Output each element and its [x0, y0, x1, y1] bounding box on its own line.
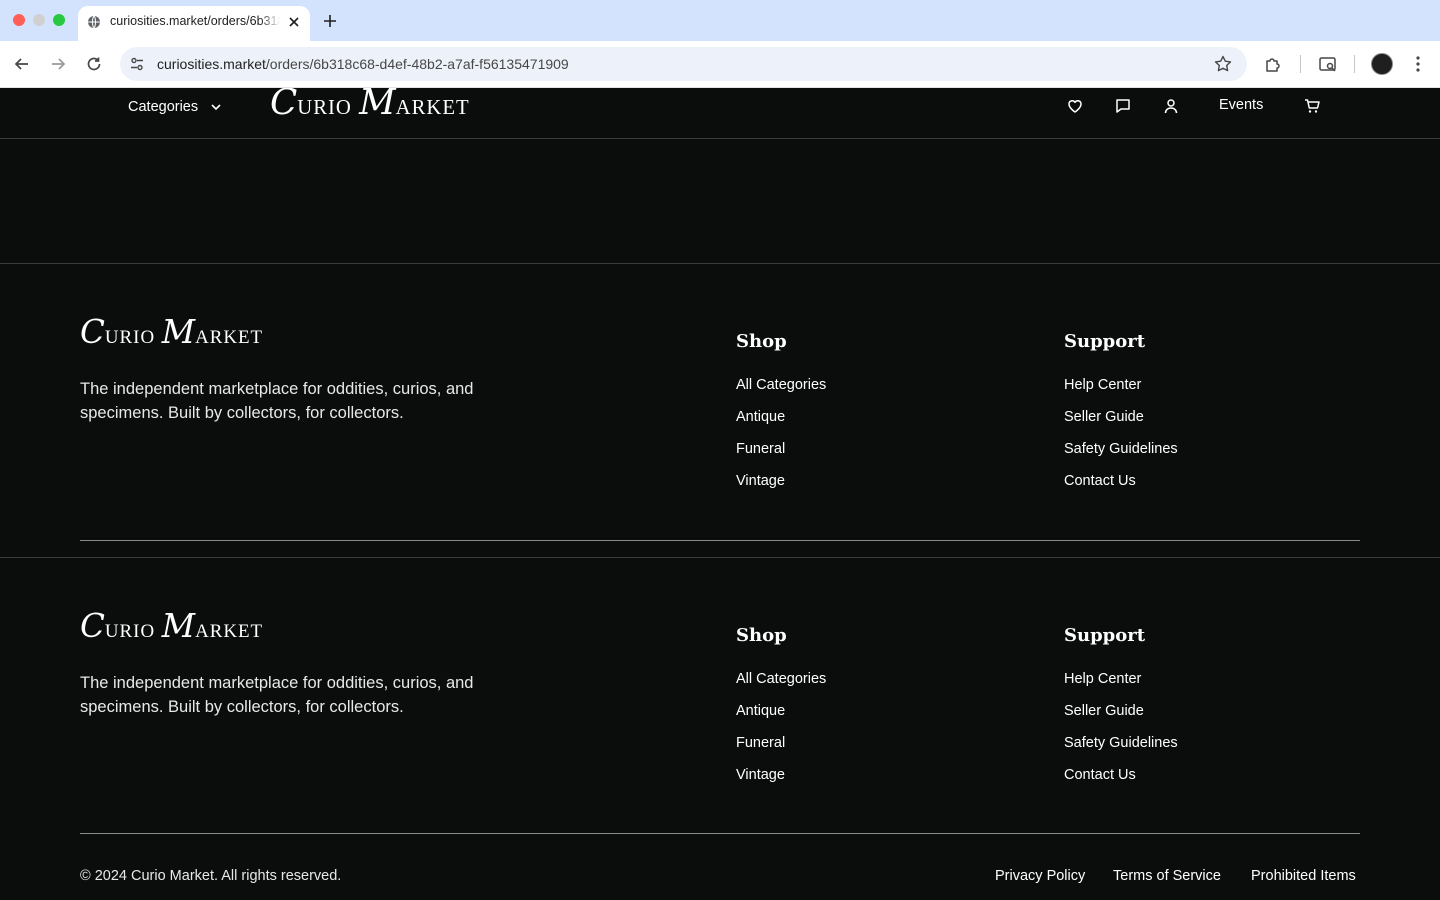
categories-dropdown[interactable]: Categories — [128, 97, 222, 117]
footer-link-antique[interactable]: Antique — [736, 409, 785, 425]
url-path: /orders/6b318c68-d4ef-48b2-a7af-f5613547… — [265, 56, 569, 72]
heart-icon[interactable] — [1066, 97, 1084, 115]
logo-letter-m: M — [161, 313, 196, 351]
url-host: curiosities.market — [157, 56, 266, 72]
logo-letter-c: C — [270, 88, 298, 123]
message-icon[interactable] — [1114, 97, 1132, 115]
site-info-icon[interactable] — [128, 55, 146, 73]
footer-link-all-categories[interactable]: All Categories — [736, 671, 826, 687]
site-logo[interactable]: CURIO MARKET — [270, 88, 470, 123]
support-heading: Support — [1064, 331, 1146, 352]
support-heading: Support — [1064, 625, 1146, 646]
footer-link-seller-guide[interactable]: Seller Guide — [1064, 703, 1144, 719]
footer-link-help-center[interactable]: Help Center — [1064, 671, 1141, 687]
reload-icon[interactable] — [83, 53, 105, 75]
footer-link-contact-us[interactable]: Contact Us — [1064, 473, 1136, 489]
back-arrow-icon[interactable] — [11, 53, 33, 75]
logo-letter-c: C — [80, 313, 105, 351]
footer-link-seller-guide[interactable]: Seller Guide — [1064, 409, 1144, 425]
bookmark-star-icon[interactable] — [1213, 54, 1233, 74]
footer-link-antique[interactable]: Antique — [736, 703, 785, 719]
footer-logo[interactable]: CURIO MARKET — [80, 313, 263, 351]
tab-search-icon[interactable] — [1317, 53, 1339, 75]
events-link[interactable]: Events — [1219, 97, 1263, 113]
address-bar[interactable]: curiosities.market/orders/6b318c68-d4ef-… — [120, 47, 1247, 81]
globe-icon — [88, 15, 100, 29]
footer-divider — [80, 833, 1360, 834]
url-text: curiosities.market/orders/6b318c68-d4ef-… — [157, 56, 569, 72]
logo-text-arket: ARKET — [395, 97, 470, 119]
browser-tab-strip: curiosities.market/orders/6b318c68-d4ef-… — [0, 0, 1440, 41]
logo-letter-m: M — [161, 607, 196, 645]
terms-of-service-link[interactable]: Terms of Service — [1113, 868, 1221, 884]
maximize-window-button[interactable] — [53, 14, 65, 26]
toolbar-divider — [1300, 55, 1301, 73]
footer-logo[interactable]: CURIO MARKET — [80, 607, 263, 645]
footer-link-contact-us[interactable]: Contact Us — [1064, 767, 1136, 783]
logo-letter-c: C — [80, 607, 105, 645]
footer-primary: CURIO MARKET The independent marketplace… — [0, 265, 1440, 557]
prohibited-items-link[interactable]: Prohibited Items — [1251, 868, 1356, 884]
close-tab-icon[interactable] — [285, 13, 303, 31]
close-window-button[interactable] — [13, 14, 25, 26]
browser-tab-active[interactable]: curiosities.market/orders/6b318c68-d4ef-… — [78, 6, 310, 41]
forward-arrow-icon[interactable] — [47, 53, 69, 75]
cart-icon[interactable] — [1303, 97, 1321, 115]
browser-menu-icon[interactable] — [1407, 53, 1429, 75]
footer-secondary: CURIO MARKET The independent marketplace… — [0, 558, 1440, 900]
logo-text-arket: ARKET — [195, 327, 264, 348]
logo-letter-m: M — [359, 88, 396, 123]
page-content-area — [0, 139, 1440, 264]
minimize-window-button[interactable] — [33, 14, 45, 26]
shop-heading: Shop — [736, 331, 787, 352]
footer-link-vintage[interactable]: Vintage — [736, 767, 785, 783]
footer-link-safety-guidelines[interactable]: Safety Guidelines — [1064, 735, 1178, 751]
site-header: Categories CURIO MARKET Events — [0, 88, 1440, 139]
user-icon[interactable] — [1162, 97, 1180, 115]
chevron-down-icon — [211, 104, 221, 111]
profile-avatar[interactable] — [1371, 53, 1393, 75]
logo-text-urio: URIO — [104, 621, 156, 642]
footer-tagline: The independent marketplace for oddities… — [80, 674, 474, 716]
browser-toolbar: curiosities.market/orders/6b318c68-d4ef-… — [0, 41, 1440, 88]
new-tab-icon[interactable] — [320, 11, 340, 31]
logo-text-arket: ARKET — [195, 621, 264, 642]
extensions-icon[interactable] — [1263, 53, 1285, 75]
footer-link-all-categories[interactable]: All Categories — [736, 377, 826, 393]
shop-heading: Shop — [736, 625, 787, 646]
footer-link-funeral[interactable]: Funeral — [736, 441, 785, 457]
footer-divider — [80, 540, 1360, 541]
copyright-text: © 2024 Curio Market. All rights reserved… — [80, 868, 342, 884]
footer-link-safety-guidelines[interactable]: Safety Guidelines — [1064, 441, 1178, 457]
toolbar-divider — [1354, 55, 1355, 73]
tab-title: curiosities.market/orders/6b318c68-d4ef-… — [110, 14, 280, 28]
logo-text-urio: URIO — [104, 327, 156, 348]
footer-link-vintage[interactable]: Vintage — [736, 473, 785, 489]
footer-tagline: The independent marketplace for oddities… — [80, 380, 474, 422]
footer-link-help-center[interactable]: Help Center — [1064, 377, 1141, 393]
footer-link-funeral[interactable]: Funeral — [736, 735, 785, 751]
categories-label: Categories — [128, 99, 199, 115]
logo-text-urio: URIO — [297, 97, 352, 119]
privacy-policy-link[interactable]: Privacy Policy — [995, 868, 1085, 884]
